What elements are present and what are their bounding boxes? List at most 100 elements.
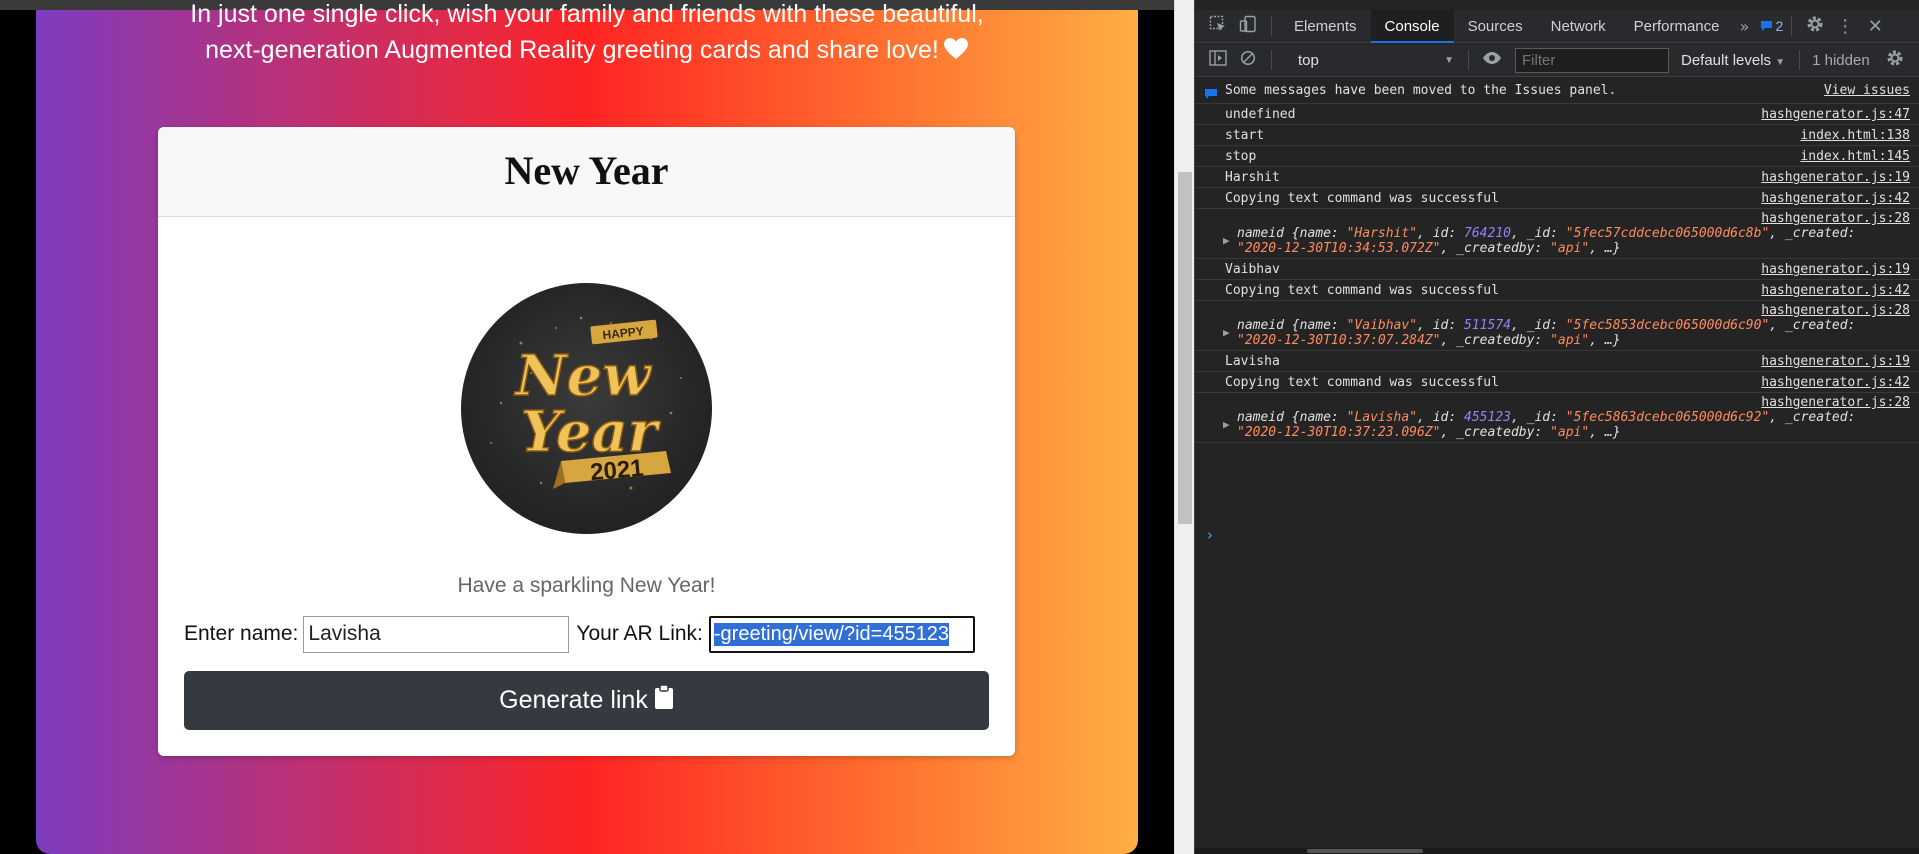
tagline-line-1: In just one single click, wish your fami…: [190, 0, 984, 28]
badge-year-number: 2021: [589, 455, 645, 487]
console-log-row: Copying text command was successful hashg…: [1195, 372, 1919, 393]
console-log-row: Lavisha hashgenerator.js:19: [1195, 351, 1919, 372]
horizontal-scrollbar-thumb[interactable]: [1307, 849, 1423, 853]
console-object-row: ▶ nameid {name: "Vaibhav", id: 511574, _i…: [1195, 301, 1919, 351]
settings-gear-icon[interactable]: [1800, 15, 1830, 37]
log-source-link[interactable]: hashgenerator.js:42: [1761, 372, 1910, 393]
generate-link-label: Generate link: [499, 686, 648, 714]
object-mongo-id-value: "5fec57cddcebc065000d6c8b": [1565, 226, 1770, 241]
greeting-card: New Year HAPPY New Year 2021 Have a spar…: [158, 127, 1015, 756]
close-icon[interactable]: ✕: [1860, 16, 1890, 37]
object-created-value: "2020-12-30T10:34:53.072Z": [1237, 241, 1441, 256]
object-id-value: 511574: [1464, 318, 1511, 333]
issues-icon: [1760, 21, 1772, 31]
log-source-link[interactable]: hashgenerator.js:42: [1761, 188, 1910, 209]
object-id-value: 764210: [1464, 226, 1511, 241]
name-label: Enter name:: [184, 622, 299, 645]
tab-sources[interactable]: Sources: [1454, 10, 1537, 43]
log-message: Copying text command was successful: [1225, 375, 1499, 390]
object-createdby-value: "api": [1550, 333, 1590, 348]
object-id-value: 455123: [1464, 410, 1511, 425]
tab-elements[interactable]: Elements: [1280, 10, 1371, 43]
tab-network[interactable]: Network: [1537, 10, 1620, 43]
clear-console-icon[interactable]: [1233, 50, 1263, 70]
tagline: In just one single click, wish your fami…: [36, 0, 1138, 71]
toolbar-separator: [1271, 16, 1272, 36]
console-object-row: ▶ nameid {name: "Harshit", id: 764210, _i…: [1195, 209, 1919, 259]
object-name-value: "Harshit": [1346, 226, 1418, 241]
name-input[interactable]: [303, 615, 570, 653]
object-mongo-id-value: "5fec5863dcebc065000d6c92": [1565, 410, 1770, 425]
screen: In just one single click, wish your fami…: [0, 0, 1919, 854]
object-created-value: "2020-12-30T10:37:23.096Z": [1237, 425, 1441, 440]
page-scrollbar[interactable]: [1174, 0, 1194, 854]
log-message: Lavisha: [1225, 354, 1280, 369]
console-prompt[interactable]: ›: [1207, 526, 1213, 544]
object-name-value: "Lavisha": [1346, 410, 1418, 425]
heart-icon: [943, 35, 969, 71]
log-levels-dropdown[interactable]: Default levels ▼: [1681, 52, 1785, 69]
log-source-link[interactable]: hashgenerator.js:19: [1761, 259, 1910, 280]
log-source-link[interactable]: hashgenerator.js:47: [1761, 104, 1910, 125]
console-output: Some messages have been moved to the Iss…: [1195, 78, 1919, 443]
log-source-link[interactable]: hashgenerator.js:28: [1761, 211, 1910, 226]
log-message: Harshit: [1225, 170, 1280, 185]
log-source-link[interactable]: hashgenerator.js:19: [1761, 167, 1910, 188]
log-source-link[interactable]: hashgenerator.js:42: [1761, 280, 1910, 301]
inspect-element-icon[interactable]: [1203, 15, 1233, 37]
dropdown-arrow-icon: ▼: [1775, 56, 1786, 68]
tagline-line-2-text: next-generation Augmented Reality greeti…: [205, 36, 939, 64]
ar-link-label: Your AR Link:: [576, 622, 703, 645]
issues-badge[interactable]: 2: [1760, 18, 1784, 34]
generate-link-button[interactable]: Generate link: [184, 671, 989, 730]
tab-performance[interactable]: Performance: [1620, 10, 1734, 43]
hidden-count: 1 hidden: [1812, 51, 1870, 69]
kebab-menu-icon[interactable]: ⋮: [1830, 16, 1860, 37]
log-source-link[interactable]: index.html:145: [1800, 146, 1910, 167]
new-year-badge-image: HAPPY New Year 2021: [461, 283, 712, 534]
ar-link-selected-text: -greeting/view/?id=455123: [713, 622, 950, 646]
context-selector[interactable]: top ▼: [1292, 48, 1460, 72]
object-label: nameid: [1237, 318, 1284, 333]
web-page: In just one single click, wish your fami…: [0, 0, 1174, 854]
view-issues-link[interactable]: View issues: [1824, 78, 1910, 104]
console-log-row: Copying text command was successful hashg…: [1195, 280, 1919, 301]
more-tabs-icon[interactable]: »: [1734, 17, 1756, 36]
console-filter-input[interactable]: [1515, 47, 1669, 73]
log-message: Vaibhav: [1225, 262, 1280, 277]
ar-link-input[interactable]: -greeting/view/?id=455123: [708, 615, 975, 653]
card-title: New Year: [504, 148, 669, 193]
log-message: Copying text command was successful: [1225, 191, 1499, 206]
expand-triangle-icon[interactable]: ▶: [1223, 325, 1230, 340]
toolbar-separator: [1271, 50, 1272, 70]
toolbar-separator: [1468, 50, 1469, 70]
expand-triangle-icon[interactable]: ▶: [1223, 233, 1230, 248]
issues-count: 2: [1775, 18, 1784, 34]
log-source-link[interactable]: hashgenerator.js:19: [1761, 351, 1910, 372]
console-log-row: undefined hashgenerator.js:47: [1195, 104, 1919, 125]
console-log-row: Vaibhav hashgenerator.js:19: [1195, 259, 1919, 280]
link-form-row: Enter name: Your AR Link: -greeting/view…: [184, 614, 975, 654]
expand-triangle-icon[interactable]: ▶: [1223, 417, 1230, 432]
log-source-link[interactable]: hashgenerator.js:28: [1761, 303, 1910, 318]
devtools-panel: Elements Console Sources Network Perform…: [1194, 0, 1919, 854]
log-source-link[interactable]: hashgenerator.js:28: [1761, 395, 1910, 410]
card-header: New Year: [158, 127, 1015, 217]
devtools-tab-bar: Elements Console Sources Network Perform…: [1195, 9, 1919, 43]
toolbar-separator: [1799, 50, 1801, 70]
console-settings-icon[interactable]: [1880, 49, 1910, 71]
page-scrollbar-thumb[interactable]: [1178, 172, 1192, 524]
tab-console[interactable]: Console: [1370, 9, 1454, 43]
console-log-row: Copying text command was successful hashg…: [1195, 188, 1919, 209]
wish-text: Have a sparkling New Year!: [457, 574, 716, 597]
log-levels-label: Default levels: [1681, 51, 1772, 69]
sidebar-toggle-icon[interactable]: [1203, 50, 1233, 70]
clipboard-icon: [654, 684, 674, 717]
console-object-row: ▶ nameid {name: "Lavisha", id: 455123, _i…: [1195, 393, 1919, 443]
console-log-row: stop index.html:145: [1195, 146, 1919, 167]
log-message: start: [1225, 128, 1265, 143]
log-source-link[interactable]: index.html:138: [1800, 125, 1910, 146]
object-createdby-value: "api": [1550, 425, 1590, 440]
device-toolbar-icon[interactable]: [1233, 15, 1263, 37]
eye-icon[interactable]: [1477, 51, 1507, 69]
